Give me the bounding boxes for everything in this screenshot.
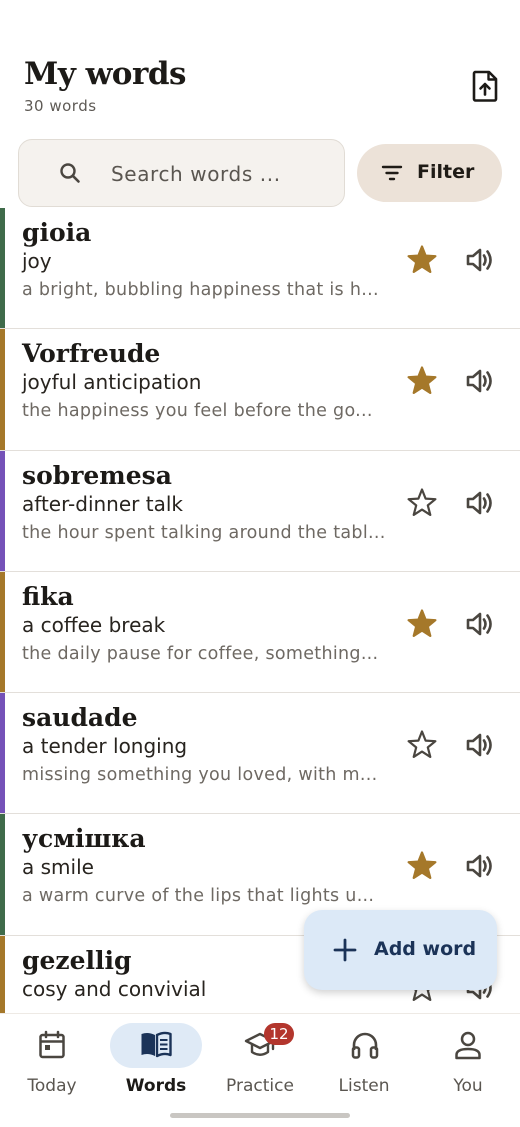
word-meaning: a coffee break (22, 612, 166, 637)
add-word-button[interactable]: Add word (304, 910, 497, 990)
calendar-icon (39, 1030, 65, 1059)
word-title: Vorfreude (22, 339, 161, 369)
app-header: My words 30 words (0, 0, 520, 125)
category-bar (0, 935, 5, 1013)
star-icon[interactable] (404, 485, 440, 521)
open-book-icon (141, 1031, 172, 1058)
nav-item-you[interactable]: You (416, 1014, 520, 1114)
add-word-label: Add word (374, 938, 477, 960)
word-item[interactable]: gioia joy a bright, bubbling happiness t… (0, 208, 520, 330)
word-description: missing something you loved, with m... (22, 765, 378, 786)
word-title: gioia (22, 218, 92, 247)
nav-label: Listen (338, 1076, 390, 1096)
category-bar (0, 814, 5, 935)
word-item[interactable]: Vorfreude joyful anticipation the happin… (0, 329, 520, 451)
search-input[interactable] (111, 158, 331, 190)
word-count: 30 words (24, 97, 97, 115)
word-meaning: joyful anticipation (22, 370, 202, 395)
word-description: a warm curve of the lips that lights u..… (22, 886, 375, 907)
word-meaning: a tender longing (22, 734, 188, 759)
star-icon[interactable] (404, 242, 440, 278)
nav-item-today[interactable]: Today (0, 1014, 104, 1114)
star-icon[interactable] (404, 848, 440, 884)
speaker-icon[interactable] (462, 606, 498, 642)
nav-label: Words (125, 1076, 187, 1096)
nav-label: Today (27, 1076, 77, 1096)
category-bar (0, 450, 5, 571)
word-title: fika (22, 581, 74, 611)
word-description: the hour spent talking around the tabl..… (22, 522, 386, 543)
word-item[interactable]: sobremesa after-dinner talk the hour spe… (0, 450, 520, 572)
person-icon (455, 1031, 481, 1060)
word-list: gioia joy a bright, bubbling happiness t… (0, 208, 520, 1013)
page-title: My words (24, 56, 186, 92)
export-button[interactable] (465, 66, 505, 106)
bottom-navigation: Today Words 12 Practice Listen You (0, 1013, 520, 1127)
search-icon (60, 163, 80, 183)
star-icon[interactable] (404, 727, 440, 763)
word-item[interactable]: fika a coffee break the daily pause for … (0, 571, 520, 694)
category-bar (0, 329, 5, 450)
word-meaning: a smile (22, 855, 94, 880)
nav-label: Practice (226, 1076, 294, 1096)
word-title: sobremesa (22, 460, 172, 490)
word-meaning: cosy and convivial (22, 976, 207, 1001)
category-bar (0, 571, 5, 693)
speaker-icon[interactable] (462, 485, 498, 521)
plus-icon (333, 938, 357, 962)
word-meaning: after-dinner talk (22, 491, 183, 516)
star-icon[interactable] (404, 606, 440, 642)
home-indicator (170, 1113, 350, 1118)
headphones-icon (351, 1032, 379, 1059)
category-bar (0, 208, 5, 329)
word-title: saudade (22, 703, 138, 733)
nav-item-listen[interactable]: Listen (312, 1014, 416, 1114)
search-box[interactable] (18, 139, 345, 207)
speaker-icon[interactable] (462, 848, 498, 884)
star-icon[interactable] (404, 363, 440, 399)
word-description: a bright, bubbling happiness that is h..… (22, 280, 379, 300)
speaker-icon[interactable] (462, 242, 498, 278)
word-description: the daily pause for coffee, something... (22, 643, 379, 664)
word-description: the happiness you feel before the go... (22, 401, 373, 422)
speaker-icon[interactable] (462, 363, 498, 399)
category-bar (0, 693, 5, 814)
filter-icon (381, 165, 403, 181)
filter-button[interactable]: Filter (357, 144, 502, 202)
nav-item-practice[interactable]: 12 Practice (208, 1014, 312, 1114)
word-item[interactable]: saudade a tender longing missing somethi… (0, 693, 520, 815)
word-title: усмішка (22, 824, 146, 854)
word-title: gezellig (22, 945, 132, 975)
nav-item-words[interactable]: Words (104, 1014, 208, 1114)
nav-label: You (453, 1076, 483, 1096)
file-upload-icon (472, 70, 498, 102)
word-meaning: joy (22, 249, 52, 273)
speaker-icon[interactable] (462, 727, 498, 763)
practice-badge: 12 (264, 1023, 294, 1045)
filter-label: Filter (417, 161, 475, 183)
